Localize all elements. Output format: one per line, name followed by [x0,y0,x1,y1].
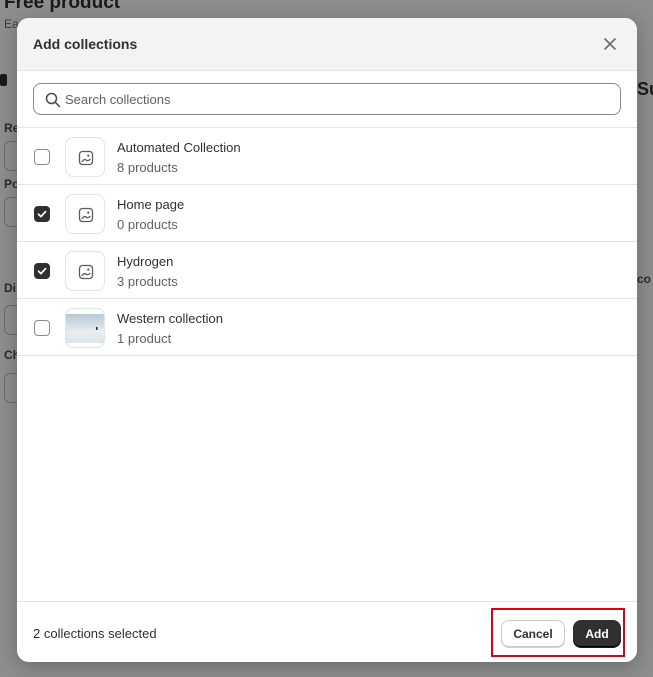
collection-name: Western collection [117,311,223,326]
collection-name: Home page [117,197,185,212]
snowboarder-figure [66,327,104,343]
collection-checkbox[interactable] [34,149,50,165]
collection-row-automated-collection[interactable]: Automated Collection 8 products [17,128,637,185]
cancel-button[interactable]: Cancel [501,620,565,647]
modal-title: Add collections [33,36,138,52]
background-label: Di [4,281,16,295]
checkmark-icon [37,210,47,218]
collection-thumbnail [65,194,105,234]
collection-thumbnail [65,137,105,177]
collection-checkbox[interactable] [34,206,50,222]
collection-checkbox[interactable] [34,263,50,279]
collection-product-count: 0 products [117,217,178,232]
collection-thumbnail [65,308,105,348]
collection-product-count: 8 products [117,160,178,175]
collection-row-western-collection[interactable]: Western collection 1 product [17,299,637,356]
collection-thumbnail [65,251,105,291]
modal-header: Add collections [17,18,637,71]
collections-list: Automated Collection 8 products Home pag… [17,128,637,356]
collection-checkbox[interactable] [34,320,50,336]
collection-name: Hydrogen [117,254,174,269]
search-section [17,71,637,128]
modal-footer: 2 collections selected Cancel Add [17,601,637,662]
collection-name: Automated Collection [117,140,241,155]
collection-product-count: 3 products [117,274,178,289]
background-page-title: Free product [4,0,121,13]
image-placeholder-icon [78,207,94,223]
checkmark-icon [37,267,47,275]
background-right-heading: Su [637,79,653,99]
selected-count-text: 2 collections selected [33,626,157,641]
close-button[interactable] [599,33,621,55]
search-box[interactable] [33,83,621,115]
add-button[interactable]: Add [573,620,621,647]
collection-row-home-page[interactable]: Home page 0 products [17,185,637,242]
image-placeholder-icon [78,264,94,280]
background-right-label: co [637,272,652,286]
search-input[interactable] [65,85,615,113]
search-icon [45,92,61,108]
collection-row-hydrogen[interactable]: Hydrogen 3 products [17,242,637,299]
close-icon [604,38,616,50]
lock-icon [0,74,7,86]
add-collections-modal: Add collections Search collections Autom… [17,18,637,662]
collection-product-count: 1 product [117,331,172,346]
image-placeholder-icon [78,150,94,166]
collection-photo [66,314,104,343]
